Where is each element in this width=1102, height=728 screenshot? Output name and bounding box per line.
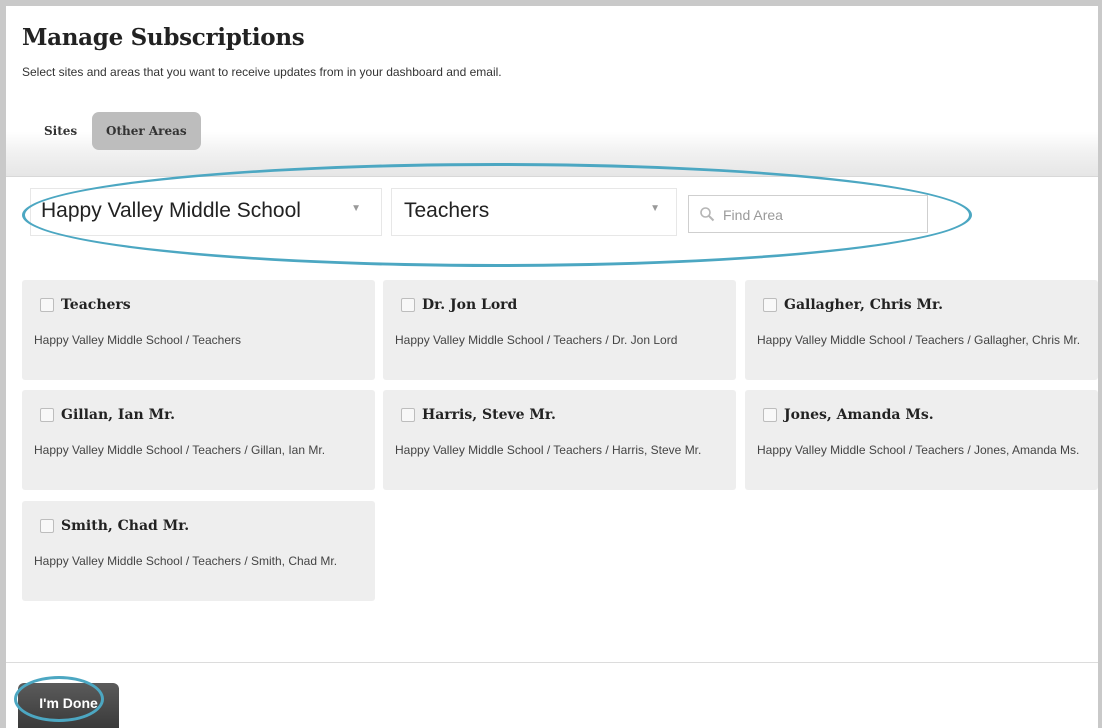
chevron-down-icon: ▼ <box>351 203 361 214</box>
find-area-input[interactable] <box>721 202 925 228</box>
done-button-label: I'm Done <box>39 695 98 711</box>
area-checkbox[interactable] <box>40 408 54 422</box>
area-path: Happy Valley Middle School / Teachers / … <box>34 443 326 457</box>
area-name: Jones, Amanda Ms. <box>784 407 934 423</box>
site-select[interactable]: Happy Valley Middle School ▼ <box>30 188 382 236</box>
area-name: Gallagher, Chris Mr. <box>784 297 943 313</box>
area-name: Smith, Chad Mr. <box>61 518 190 534</box>
area-card[interactable]: Jones, Amanda Ms. Happy Valley Middle Sc… <box>745 390 1098 490</box>
area-card[interactable]: Dr. Jon Lord Happy Valley Middle School … <box>383 280 736 380</box>
area-name: Teachers <box>61 297 131 313</box>
area-checkbox[interactable] <box>401 298 415 312</box>
tab-sites[interactable]: Sites <box>44 112 77 150</box>
area-checkbox[interactable] <box>40 519 54 533</box>
area-path: Happy Valley Middle School / Teachers / … <box>34 554 338 568</box>
area-card[interactable]: Harris, Steve Mr. Happy Valley Middle Sc… <box>383 390 736 490</box>
find-area-field[interactable] <box>688 195 928 233</box>
area-checkbox[interactable] <box>763 298 777 312</box>
area-path: Happy Valley Middle School / Teachers / … <box>395 443 702 457</box>
tab-other-areas[interactable]: Other Areas <box>92 112 201 150</box>
chevron-down-icon: ▼ <box>650 203 660 214</box>
area-name: Harris, Steve Mr. <box>422 407 556 423</box>
page-title: Manage Subscriptions <box>22 24 305 51</box>
area-card[interactable]: Gallagher, Chris Mr. Happy Valley Middle… <box>745 280 1098 380</box>
category-select[interactable]: Teachers ▼ <box>391 188 677 236</box>
done-button[interactable]: I'm Done <box>18 683 119 728</box>
area-card[interactable]: Smith, Chad Mr. Happy Valley Middle Scho… <box>22 501 375 601</box>
area-checkbox[interactable] <box>40 298 54 312</box>
footer-divider <box>6 662 1098 663</box>
page-subtitle: Select sites and areas that you want to … <box>22 65 502 79</box>
area-checkbox[interactable] <box>401 408 415 422</box>
site-select-value: Happy Valley Middle School <box>41 199 301 222</box>
area-checkbox[interactable] <box>763 408 777 422</box>
area-path: Happy Valley Middle School / Teachers / … <box>395 333 678 347</box>
area-name: Dr. Jon Lord <box>422 297 518 313</box>
category-select-value: Teachers <box>404 199 490 222</box>
area-path: Happy Valley Middle School / Teachers <box>34 333 241 347</box>
area-card[interactable]: Teachers Happy Valley Middle School / Te… <box>22 280 375 380</box>
area-name: Gillan, Ian Mr. <box>61 407 176 423</box>
area-path: Happy Valley Middle School / Teachers / … <box>757 443 1080 457</box>
area-card[interactable]: Gillan, Ian Mr. Happy Valley Middle Scho… <box>22 390 375 490</box>
area-path: Happy Valley Middle School / Teachers / … <box>757 333 1081 347</box>
search-icon <box>700 207 715 222</box>
